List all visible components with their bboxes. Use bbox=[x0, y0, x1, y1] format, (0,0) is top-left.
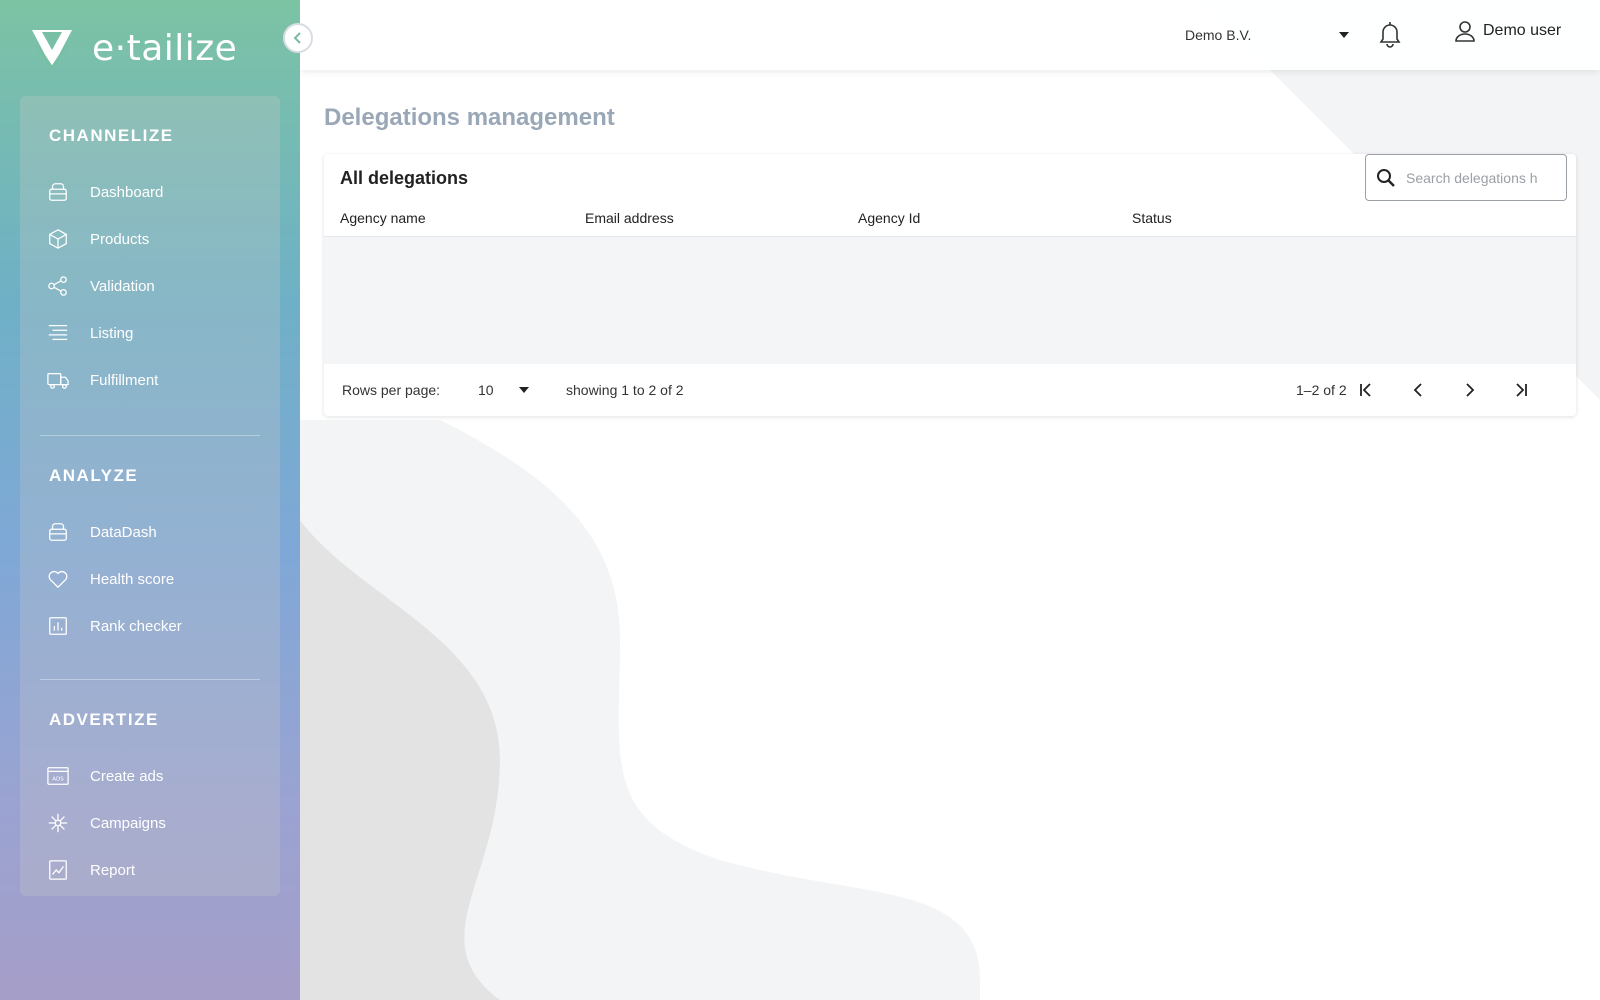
sidebar-item-label: Create ads bbox=[90, 767, 164, 785]
caret-down-icon bbox=[519, 387, 529, 393]
bar-chart-icon bbox=[46, 614, 70, 638]
next-page-button[interactable] bbox=[1456, 376, 1484, 404]
rows-per-page-value: 10 bbox=[478, 382, 494, 398]
sidebar-item-fulfillment[interactable]: Fulfillment bbox=[46, 362, 266, 398]
rows-per-page-select[interactable]: 10 bbox=[478, 376, 530, 404]
chevron-left-icon bbox=[293, 32, 301, 44]
table-title: All delegations bbox=[340, 168, 469, 188]
sidebar-item-label: Campaigns bbox=[90, 814, 166, 832]
sidebar-collapse-button[interactable] bbox=[283, 23, 313, 53]
svg-text:ADS: ADS bbox=[52, 777, 64, 783]
topbar: Demo B.V. Demo user bbox=[300, 0, 1600, 70]
user-name: Demo user bbox=[1483, 22, 1562, 39]
column-header-agency-name[interactable]: Agency name bbox=[340, 210, 426, 226]
sidebar-item-label: Dashboard bbox=[90, 183, 164, 201]
sidebar-item-report[interactable]: Report bbox=[46, 852, 266, 888]
previous-page-button[interactable] bbox=[1404, 376, 1432, 404]
truck-icon bbox=[46, 368, 70, 392]
sidebar-item-label: Products bbox=[90, 230, 150, 248]
showing-text: showing 1 to 2 of 2 bbox=[566, 382, 684, 398]
sidebar-item-health-score[interactable]: Health score bbox=[46, 561, 266, 597]
user-icon bbox=[1455, 21, 1475, 42]
box-icon bbox=[46, 227, 70, 251]
sidebar-item-label: DataDash bbox=[90, 523, 157, 541]
list-icon bbox=[46, 321, 70, 345]
sidebar-item-label: Report bbox=[90, 861, 136, 879]
basket-icon bbox=[46, 180, 70, 204]
report-icon bbox=[46, 858, 70, 882]
sidebar-item-listing[interactable]: Listing bbox=[46, 315, 266, 351]
company-select[interactable]: Demo B.V. bbox=[1185, 20, 1350, 50]
rows-per-page-label: Rows per page: bbox=[342, 382, 441, 398]
sidebar-item-label: Validation bbox=[90, 277, 155, 295]
logo-text: e·tailize bbox=[92, 27, 238, 69]
section-title-analyze: ANALYZE bbox=[49, 466, 139, 485]
section-title-channelize: CHANNELIZE bbox=[49, 126, 174, 145]
column-header-agency-id[interactable]: Agency Id bbox=[858, 210, 920, 226]
heart-icon bbox=[46, 567, 70, 591]
share-nodes-icon bbox=[46, 274, 70, 298]
logo[interactable]: e·tailize bbox=[26, 24, 237, 72]
company-select-value: Demo B.V. bbox=[1185, 27, 1252, 43]
search-icon bbox=[1377, 168, 1395, 187]
nav-divider bbox=[40, 679, 260, 680]
sidebar-item-rank-checker[interactable]: Rank checker bbox=[46, 608, 266, 644]
sidebar-item-label: Fulfillment bbox=[90, 371, 159, 389]
first-page-icon bbox=[1360, 383, 1371, 397]
sidebar-item-label: Rank checker bbox=[90, 617, 182, 635]
first-page-button[interactable] bbox=[1352, 376, 1380, 404]
sidebar-item-label: Health score bbox=[90, 570, 175, 588]
last-page-button[interactable] bbox=[1507, 376, 1535, 404]
user-menu[interactable]: Demo user bbox=[1455, 20, 1561, 42]
last-page-icon bbox=[1516, 383, 1527, 397]
column-header-email-address[interactable]: Email address bbox=[585, 210, 674, 226]
notifications-button[interactable] bbox=[1378, 20, 1402, 53]
nav-panel: CHANNELIZE Dashboard Products Validation… bbox=[20, 96, 280, 896]
sidebar-item-campaigns[interactable]: Campaigns bbox=[46, 805, 266, 841]
main-content: Demo B.V. Demo user Delegations manageme… bbox=[300, 0, 1600, 1000]
search-input[interactable] bbox=[1406, 169, 1551, 186]
network-icon bbox=[46, 811, 70, 835]
sidebar-item-products[interactable]: Products bbox=[46, 221, 266, 257]
sidebar-item-dashboard[interactable]: Dashboard bbox=[46, 174, 266, 210]
nav-divider bbox=[40, 435, 260, 436]
table-body bbox=[324, 236, 1576, 364]
sidebar-item-validation[interactable]: Validation bbox=[46, 268, 266, 304]
basket-icon bbox=[46, 520, 70, 544]
caret-down-icon bbox=[1339, 32, 1349, 38]
ads-icon: ADS bbox=[46, 764, 70, 788]
sidebar: e·tailize CHANNELIZE Dashboard Products … bbox=[0, 0, 300, 1000]
sidebar-item-datadash[interactable]: DataDash bbox=[46, 514, 266, 550]
background-shape bbox=[300, 0, 1600, 1000]
logo-mark-icon bbox=[32, 30, 72, 71]
chevron-left-icon bbox=[1413, 383, 1422, 397]
page-title: Delegations management bbox=[324, 104, 615, 131]
sidebar-item-create-ads[interactable]: ADS Create ads bbox=[46, 758, 266, 794]
table-pagination: Rows per page: 10 showing 1 to 2 of 2 1–… bbox=[324, 364, 1576, 416]
bell-icon bbox=[1379, 22, 1401, 48]
sidebar-item-label: Listing bbox=[90, 324, 134, 342]
chevron-right-icon bbox=[1466, 383, 1475, 397]
pagination-range: 1–2 of 2 bbox=[1296, 382, 1347, 398]
column-header-status[interactable]: Status bbox=[1132, 210, 1172, 226]
delegations-table-card: All delegations Agency name Email addres… bbox=[324, 154, 1576, 416]
section-title-advertize: ADVERTIZE bbox=[49, 710, 159, 729]
search-box[interactable] bbox=[1365, 154, 1567, 201]
